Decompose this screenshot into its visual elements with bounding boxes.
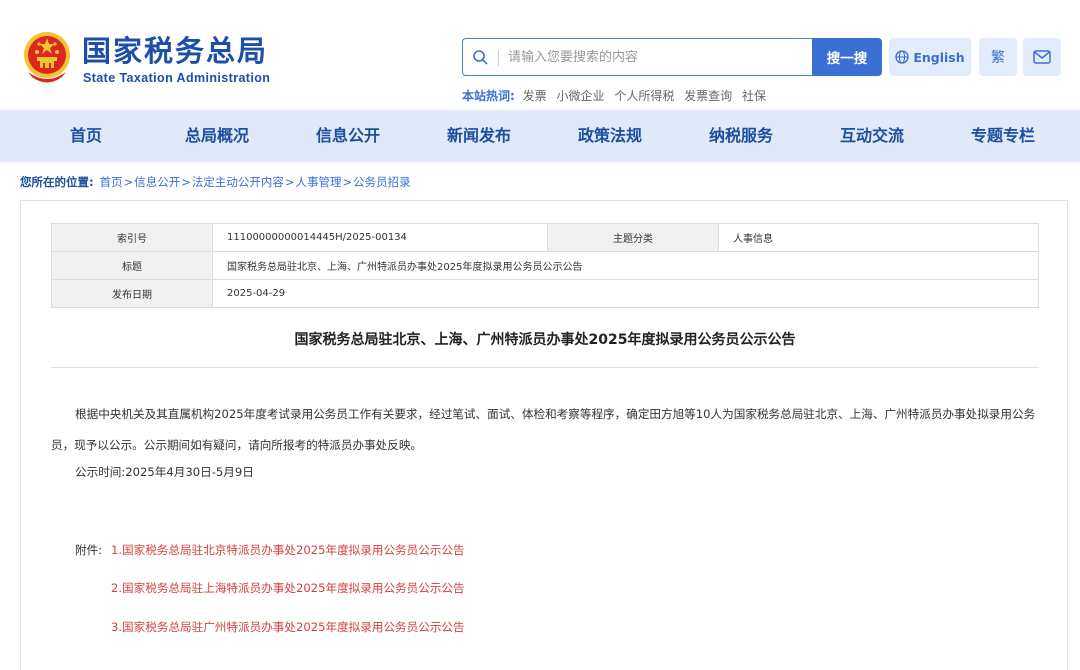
nav-item-home[interactable]: 首页: [70, 110, 102, 162]
hot-words: 本站热词: 发票 小微企业 个人所得税 发票查询 社保: [462, 87, 772, 104]
hot-word-link[interactable]: 个人所得税: [614, 89, 674, 103]
article-body: 根据中央机关及其直属机构2025年度考试录用公务员工作有关要求，经过笔试、面试、…: [51, 407, 1036, 452]
english-button[interactable]: English: [889, 38, 971, 76]
table-row: 发布日期 2025-04-29: [51, 279, 1039, 308]
category-label: 主题分类: [547, 223, 719, 252]
english-label: English: [913, 49, 965, 65]
site-header: 国家税务总局 State Taxation Administration 搜一搜…: [0, 0, 1080, 110]
nav-item-topics[interactable]: 专题专栏: [971, 110, 1035, 162]
hot-word-link[interactable]: 社保: [742, 89, 766, 103]
hot-words-label: 本站热词:: [462, 89, 515, 103]
title-value: 国家税务总局驻北京、上海、广州特派员办事处2025年度拟录用公务员公示公告: [212, 251, 1039, 280]
breadcrumb-link[interactable]: 首页: [100, 175, 123, 189]
index-value: 11100000000014445H/2025-00134: [212, 223, 548, 252]
attachment-link-beijing[interactable]: 1.国家税务总局驻北京特派员办事处2025年度拟录用公务员公示公告: [111, 542, 465, 558]
mail-button[interactable]: [1023, 38, 1061, 76]
hot-word-link[interactable]: 发票: [523, 89, 547, 103]
globe-icon: [895, 50, 909, 64]
hot-word-link[interactable]: 小微企业: [556, 89, 604, 103]
search-icon: [473, 50, 488, 65]
breadcrumb-separator: >: [342, 175, 353, 189]
breadcrumb-link[interactable]: 信息公开: [134, 175, 180, 189]
site-title[interactable]: 国家税务总局: [82, 34, 268, 68]
title-label: 标题: [51, 251, 213, 280]
date-value: 2025-04-29: [212, 279, 1039, 308]
traditional-chinese-button[interactable]: 繁: [979, 38, 1017, 76]
breadcrumb-link[interactable]: 人事管理: [296, 175, 342, 189]
metadata-table: 索引号 11100000000014445H/2025-00134 主题分类 人…: [51, 223, 1039, 308]
attachment-link-shanghai[interactable]: 2.国家税务总局驻上海特派员办事处2025年度拟录用公务员公示公告: [111, 580, 465, 596]
announcement-period: 公示时间:2025年4月30日-5月9日: [75, 465, 254, 479]
nav-item-info-disclosure[interactable]: 信息公开: [316, 110, 380, 162]
breadcrumb-separator: >: [284, 175, 295, 189]
category-value: 人事信息: [718, 223, 1039, 252]
site-subtitle: State Taxation Administration: [83, 71, 271, 85]
breadcrumb-link[interactable]: 公务员招录: [353, 175, 411, 189]
content-panel: 索引号 11100000000014445H/2025-00134 主题分类 人…: [20, 200, 1068, 670]
breadcrumb: 您所在的位置: 首页>信息公开>法定主动公开内容>人事管理>公务员招录: [20, 174, 411, 190]
breadcrumb-label: 您所在的位置:: [20, 175, 94, 189]
table-row: 标题 国家税务总局驻北京、上海、广州特派员办事处2025年度拟录用公务员公示公告: [51, 251, 1039, 280]
mail-icon: [1033, 50, 1051, 64]
breadcrumb-separator: >: [123, 175, 134, 189]
search-button[interactable]: 搜一搜: [812, 38, 882, 76]
index-label: 索引号: [51, 223, 213, 252]
attachments-label: 附件:: [75, 543, 103, 557]
nav-item-policy[interactable]: 政策法规: [578, 110, 642, 162]
hot-word-link[interactable]: 发票查询: [684, 89, 732, 103]
national-emblem-icon[interactable]: [22, 30, 72, 86]
search-input[interactable]: [508, 47, 798, 67]
nav-item-interaction[interactable]: 互动交流: [840, 110, 904, 162]
table-row: 索引号 11100000000014445H/2025-00134 主题分类 人…: [51, 223, 1039, 252]
nav-item-news[interactable]: 新闻发布: [447, 110, 511, 162]
search-box: [462, 38, 812, 76]
search-separator: [498, 50, 499, 66]
main-nav: 首页 总局概况 信息公开 新闻发布 政策法规 纳税服务 互动交流 专题专栏: [0, 110, 1080, 162]
nav-item-tax-service[interactable]: 纳税服务: [709, 110, 773, 162]
title-divider: [51, 367, 1039, 368]
article-title: 国家税务总局驻北京、上海、广州特派员办事处2025年度拟录用公务员公示公告: [294, 332, 796, 348]
breadcrumb-link[interactable]: 法定主动公开内容: [192, 175, 284, 189]
nav-item-overview[interactable]: 总局概况: [185, 110, 249, 162]
attachment-link-guangzhou[interactable]: 3.国家税务总局驻广州特派员办事处2025年度拟录用公务员公示公告: [111, 619, 465, 635]
breadcrumb-separator: >: [181, 175, 191, 189]
date-label: 发布日期: [51, 279, 213, 308]
